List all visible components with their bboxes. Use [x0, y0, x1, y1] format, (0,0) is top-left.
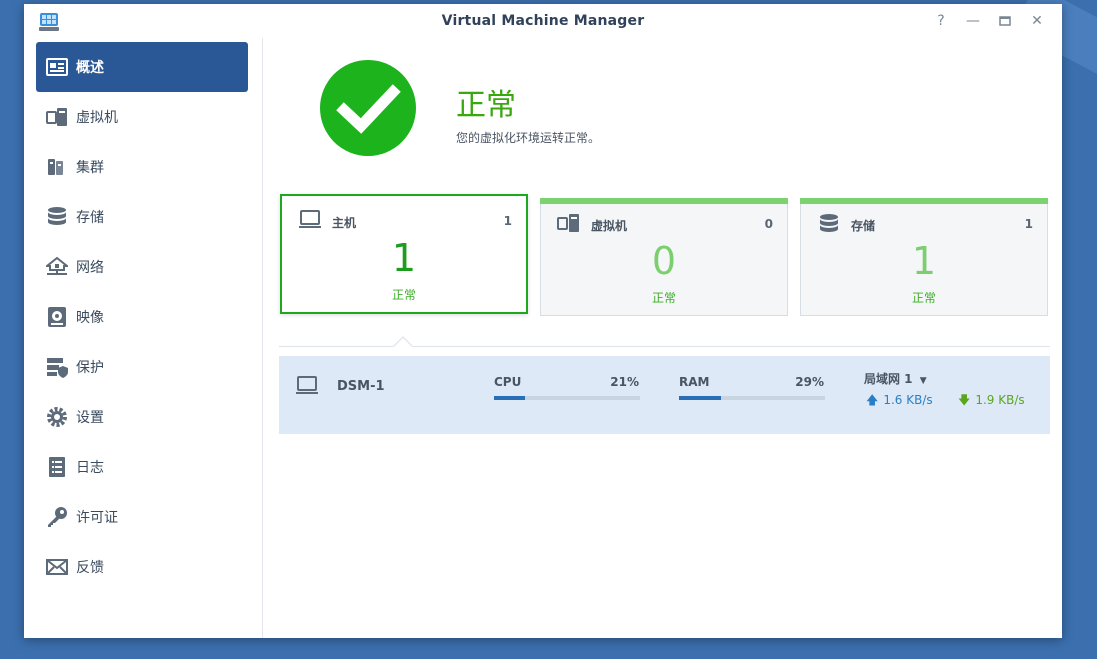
overview-icon: [46, 56, 68, 78]
sidebar-item-label: 虚拟机: [76, 110, 118, 126]
upload-value: 1.6 KB/s: [883, 393, 933, 407]
cluster-icon: [46, 156, 68, 178]
cpu-value: 21%: [610, 375, 639, 389]
sidebar-item-label: 概述: [76, 60, 104, 76]
download-value: 1.9 KB/s: [975, 393, 1025, 407]
sidebar-item-label: 集群: [76, 160, 104, 176]
host-name: DSM-1: [337, 379, 385, 394]
virtual-machine-icon: [46, 106, 68, 128]
sidebar-item-label: 设置: [76, 410, 104, 426]
ram-usage-bar: [679, 396, 825, 400]
sidebar-item-settings[interactable]: 设置: [36, 392, 248, 442]
feedback-icon: [46, 556, 68, 578]
host-icon: [295, 376, 319, 400]
ram-value: 29%: [795, 375, 824, 389]
arrow-up-icon: 🡅: [866, 393, 879, 407]
network-selector[interactable]: 局域网 1 ▼: [864, 370, 927, 387]
host-icon: [298, 210, 322, 234]
card-state: 正常: [911, 291, 936, 305]
help-icon[interactable]: ?: [932, 12, 950, 30]
status-title: 正常: [456, 88, 516, 123]
sidebar-item-label: 许可证: [76, 510, 118, 526]
sidebar-item-label: 存储: [76, 210, 104, 226]
sidebar-item-feedback[interactable]: 反馈: [36, 542, 248, 592]
license-key-icon: [46, 506, 68, 528]
sidebar-item-log[interactable]: 日志: [36, 442, 248, 492]
card-title: 虚拟机: [591, 219, 628, 233]
minimize-icon[interactable]: —: [964, 12, 982, 30]
status-ok-badge: [320, 60, 416, 156]
cpu-usage-bar: [494, 396, 640, 400]
sidebar-item-label: 反馈: [76, 560, 104, 576]
arrow-down-icon: 🡇: [958, 393, 971, 407]
log-icon: [46, 456, 68, 478]
status-description: 您的虚拟化环境运转正常。: [456, 131, 601, 145]
sidebar-item-storage[interactable]: 存储: [36, 192, 248, 242]
host-summary-card[interactable]: 主机 1 1 正常: [280, 194, 528, 314]
virtual-machine-icon: [557, 213, 581, 237]
chevron-down-icon: ▼: [919, 376, 927, 386]
network-icon: [46, 256, 68, 278]
sidebar-item-label: 映像: [76, 310, 104, 326]
settings-icon: [46, 406, 68, 428]
vmm-window: Virtual Machine Manager ? — ✕ 概述 虚拟机 集群: [24, 4, 1062, 638]
storage-icon: [46, 206, 68, 228]
card-value: 1: [391, 236, 417, 280]
network-label: 局域网 1: [864, 372, 913, 386]
sidebar-item-cluster[interactable]: 集群: [36, 142, 248, 192]
card-count: 0: [764, 217, 773, 231]
card-count: 1: [1024, 217, 1033, 231]
sidebar-item-label: 日志: [76, 460, 104, 476]
download-rate: 🡇 1.9 KB/s: [958, 391, 1025, 412]
host-row[interactable]: DSM-1 CPU 21% RAM 29% 局域网 1 ▼ 🡅 1.6 KB/s …: [279, 356, 1050, 434]
storage-icon: [817, 213, 841, 239]
image-icon: [46, 306, 68, 328]
main-content: 正常 您的虚拟化环境运转正常。 主机 1 1 正常 虚拟机 0 0 正常 存储 …: [263, 38, 1062, 638]
cpu-label: CPU: [494, 375, 522, 389]
sidebar-item-protection[interactable]: 保护: [36, 342, 248, 392]
card-state: 正常: [391, 288, 416, 302]
close-icon[interactable]: ✕: [1028, 12, 1046, 30]
card-value: 1: [911, 239, 937, 283]
maximize-icon[interactable]: [996, 12, 1014, 30]
card-title: 主机: [332, 216, 357, 230]
sidebar-item-virtual-machine[interactable]: 虚拟机: [36, 92, 248, 142]
card-value: 0: [651, 239, 677, 283]
ram-label: RAM: [679, 375, 710, 389]
upload-rate: 🡅 1.6 KB/s: [866, 391, 933, 412]
sidebar-item-label: 保护: [76, 360, 104, 376]
selected-card-pointer-fill: [393, 338, 413, 348]
card-title: 存储: [851, 219, 876, 233]
sidebar-item-image[interactable]: 映像: [36, 292, 248, 342]
sidebar: 概述 虚拟机 集群 存储 网络 映像 保护 设置 日志 许可证 反馈: [24, 38, 263, 638]
card-state: 正常: [651, 291, 676, 305]
sidebar-item-overview[interactable]: 概述: [36, 42, 248, 92]
check-icon: [336, 84, 401, 134]
vm-summary-card[interactable]: 虚拟机 0 0 正常: [540, 198, 788, 316]
title-bar[interactable]: Virtual Machine Manager ? — ✕: [24, 4, 1062, 38]
ram-usage-fill: [679, 396, 722, 400]
sidebar-item-license[interactable]: 许可证: [36, 492, 248, 542]
window-title: Virtual Machine Manager: [441, 13, 645, 29]
card-count: 1: [503, 214, 512, 228]
protection-icon: [46, 356, 68, 378]
card-status-bar: [540, 198, 788, 204]
card-status-bar: [800, 198, 1048, 204]
sidebar-item-network[interactable]: 网络: [36, 242, 248, 292]
sidebar-item-label: 网络: [76, 260, 104, 276]
storage-summary-card[interactable]: 存储 1 1 正常: [800, 198, 1048, 316]
cpu-usage-fill: [494, 396, 525, 400]
